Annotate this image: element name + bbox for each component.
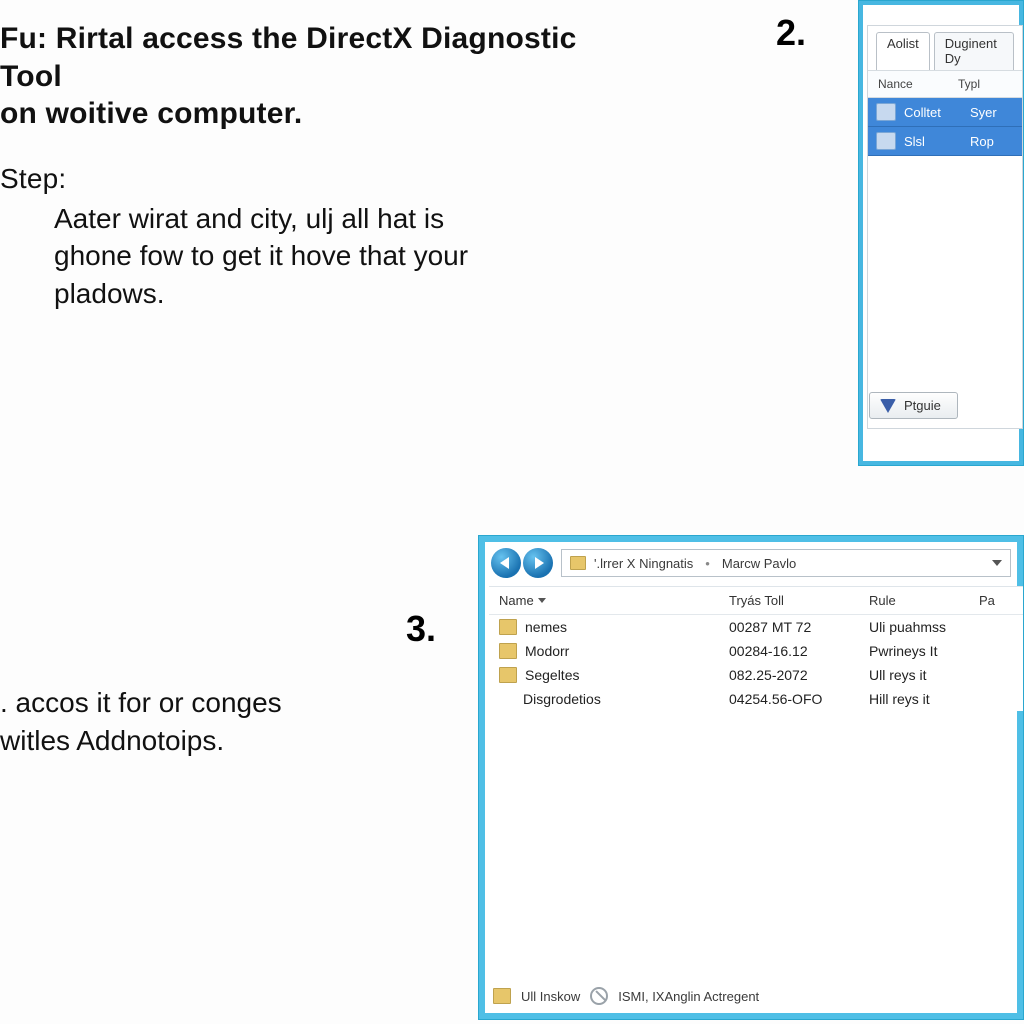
nav-forward-button[interactable] — [523, 548, 553, 578]
tab-aolist[interactable]: Aolist — [876, 32, 930, 70]
row1-type: Syer — [970, 105, 997, 120]
address-segment-1: '.lrrer X Ningnatis — [594, 556, 693, 571]
col-header-name[interactable]: Nance — [878, 77, 958, 91]
file-icon — [499, 667, 517, 683]
dialog-window: Aolist Duginent Dy Nance Typl Colltet Sy… — [858, 0, 1024, 466]
row2-name: Slsl — [904, 134, 962, 149]
step2-body-line2: ghone fow to get it hove that your — [54, 237, 574, 275]
list-row[interactable]: Colltet Syer — [868, 98, 1022, 127]
file-row[interactable]: Modorr 00284-16.12 Pwrineys It — [489, 639, 1023, 663]
file-row[interactable]: Disgrodetios 04254.56-OFO Hill reys it — [489, 687, 1023, 711]
item-icon — [876, 132, 896, 150]
status-icon — [493, 988, 511, 1004]
file-row[interactable]: Segeltes 082.25-2072 Ull reys it — [489, 663, 1023, 687]
file-icon — [499, 692, 515, 706]
breadcrumb-separator-icon: • — [701, 556, 714, 571]
status-icon — [590, 987, 608, 1005]
row1-name: Colltet — [904, 105, 962, 120]
address-segment-2: Marcw Pavlo — [722, 556, 796, 571]
step2-body-line1: Aater wirat and city, ulj all hat is — [54, 200, 574, 238]
button-icon — [880, 399, 896, 413]
file-icon — [499, 619, 517, 635]
step2-step-label: Step: — [0, 161, 640, 196]
step-number-3: 3. — [406, 608, 436, 650]
step2-heading-line1: Fu: Rirtal access the DirectX Diagnostic… — [0, 20, 640, 95]
col-header-type[interactable]: Typl — [958, 77, 980, 91]
ptguie-button-label: Ptguie — [904, 398, 941, 413]
step-number-2: 2. — [776, 12, 806, 54]
col-header-pa[interactable]: Pa — [979, 593, 995, 608]
file-icon — [499, 643, 517, 659]
file-row[interactable]: nemes 00287 MT 72 Uli puahmss — [489, 615, 1023, 639]
step3-body-line1: . accos it for or conges — [0, 684, 440, 722]
row2-type: Rop — [970, 134, 994, 149]
col-header-rule[interactable]: Rule — [869, 593, 979, 608]
address-bar[interactable]: '.lrrer X Ningnatis • Marcw Pavlo — [561, 549, 1011, 577]
step2-heading-line2: on woitive computer. — [0, 95, 640, 133]
tab-duginent[interactable]: Duginent Dy — [934, 32, 1014, 70]
col-header-name[interactable]: Name — [499, 593, 729, 608]
folder-icon — [570, 556, 586, 570]
item-icon — [876, 103, 896, 121]
explorer-window: '.lrrer X Ningnatis • Marcw Pavlo Name T… — [478, 535, 1024, 1020]
col-header-type[interactable]: Tryás Toll — [729, 593, 869, 608]
status-text-left: Ull Inskow — [521, 989, 580, 1004]
list-row[interactable]: Slsl Rop — [868, 127, 1022, 156]
step2-body-line3: pladows. — [54, 275, 574, 313]
dropdown-icon[interactable] — [992, 560, 1002, 566]
ptguie-button[interactable]: Ptguie — [869, 392, 958, 419]
status-text-right: ISMI, IXAnglin Actregent — [618, 989, 759, 1004]
step3-body-line2: witles Addnotoips. — [0, 722, 440, 760]
nav-back-button[interactable] — [491, 548, 521, 578]
sort-arrow-icon — [538, 598, 546, 603]
